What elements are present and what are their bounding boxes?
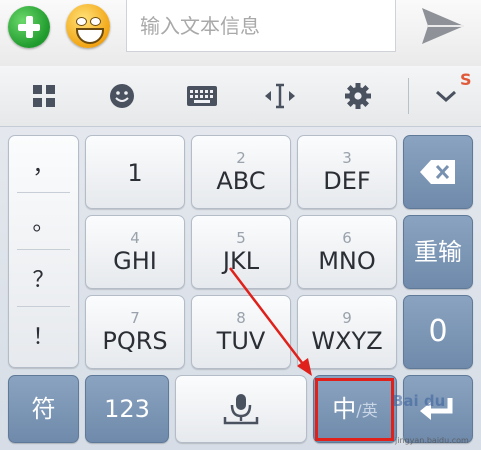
send-arrow-icon (422, 8, 464, 44)
compose-bar (0, 0, 481, 67)
key-2-digit: 2 (236, 148, 246, 167)
key-6-label: MNO (318, 246, 376, 275)
toolbar-grid-button[interactable] (24, 66, 64, 126)
emoji-button[interactable] (66, 4, 110, 48)
key-7-digit: 7 (130, 308, 140, 327)
key-3-label: DEF (323, 166, 371, 195)
key-2-label: ABC (216, 166, 266, 195)
key-period[interactable]: 。 (9, 193, 78, 249)
key-1-label: 1 (127, 159, 143, 187)
toolbar-emoji-button[interactable] (102, 66, 142, 126)
keyboard-toolbar (0, 66, 481, 127)
baidu-watermark-logo: Bai du (392, 392, 446, 410)
key-1[interactable]: 1 (85, 135, 185, 209)
symbols-key[interactable]: 符 (8, 375, 79, 443)
key-4-digit: 4 (130, 228, 140, 247)
backspace-key[interactable] (403, 135, 473, 209)
send-button[interactable] (416, 4, 468, 48)
emoji-icon (110, 84, 134, 108)
key-6[interactable]: 6 MNO (297, 215, 397, 289)
cursor-move-icon (265, 83, 295, 109)
reinput-label: 重输 (414, 238, 462, 266)
zero-key[interactable]: 0 (403, 295, 473, 369)
watermark-text: jingyan.baidu.com (395, 436, 469, 445)
voice-input-key[interactable] (175, 375, 307, 443)
toolbar-keyboard-button[interactable] (180, 66, 224, 126)
symbols-label: 符 (31, 395, 56, 423)
zero-label: 0 (428, 314, 448, 349)
key-2[interactable]: 2 ABC (191, 135, 291, 209)
key-9-digit: 9 (342, 308, 352, 327)
toolbar-divider (408, 78, 409, 114)
key-9[interactable]: 9 WXYZ (297, 295, 397, 369)
key-4-label: GHI (113, 246, 157, 275)
numbers-key[interactable]: 123 (85, 375, 169, 443)
toolbar-cursor-button[interactable] (258, 66, 302, 126)
key-7[interactable]: 7 PQRS (85, 295, 185, 369)
reinput-key[interactable]: 重输 (403, 215, 473, 289)
microphone-icon (223, 394, 259, 425)
key-8-label: TUV (216, 326, 266, 355)
key-6-digit: 6 (342, 228, 352, 247)
key-3-digit: 3 (342, 148, 352, 167)
grid-icon (33, 85, 55, 107)
key-8[interactable]: 8 TUV (191, 295, 291, 369)
key-5-digit: 5 (236, 228, 246, 247)
key-3[interactable]: 3 DEF (297, 135, 397, 209)
key-question[interactable]: ？ (9, 250, 78, 306)
punctuation-column: ， 。 ？ ！ (8, 135, 79, 368)
settings-icon (345, 83, 371, 109)
lang-secondary-label: /英 (356, 401, 378, 420)
key-5[interactable]: 5 JKL (191, 215, 291, 289)
key-9-label: WXYZ (311, 326, 383, 355)
chevron-down-icon (436, 90, 456, 103)
numbers-label: 123 (104, 395, 150, 423)
language-switch-key[interactable]: 中 /英 (313, 375, 397, 443)
key-exclamation[interactable]: ！ (9, 307, 78, 363)
key-5-label: JKL (222, 246, 260, 275)
keyboard-icon (187, 86, 217, 106)
add-attachment-button[interactable] (8, 6, 50, 48)
key-8-digit: 8 (236, 308, 246, 327)
key-4[interactable]: 4 GHI (85, 215, 185, 289)
message-input[interactable] (127, 0, 395, 51)
backspace-icon (420, 160, 455, 184)
s-badge-icon: S (460, 70, 472, 89)
key-comma[interactable]: ， (9, 136, 78, 192)
lang-primary-label: 中 (332, 395, 357, 423)
toolbar-settings-button[interactable] (336, 66, 380, 126)
message-input-box[interactable] (126, 0, 396, 52)
key-7-label: PQRS (102, 326, 168, 355)
